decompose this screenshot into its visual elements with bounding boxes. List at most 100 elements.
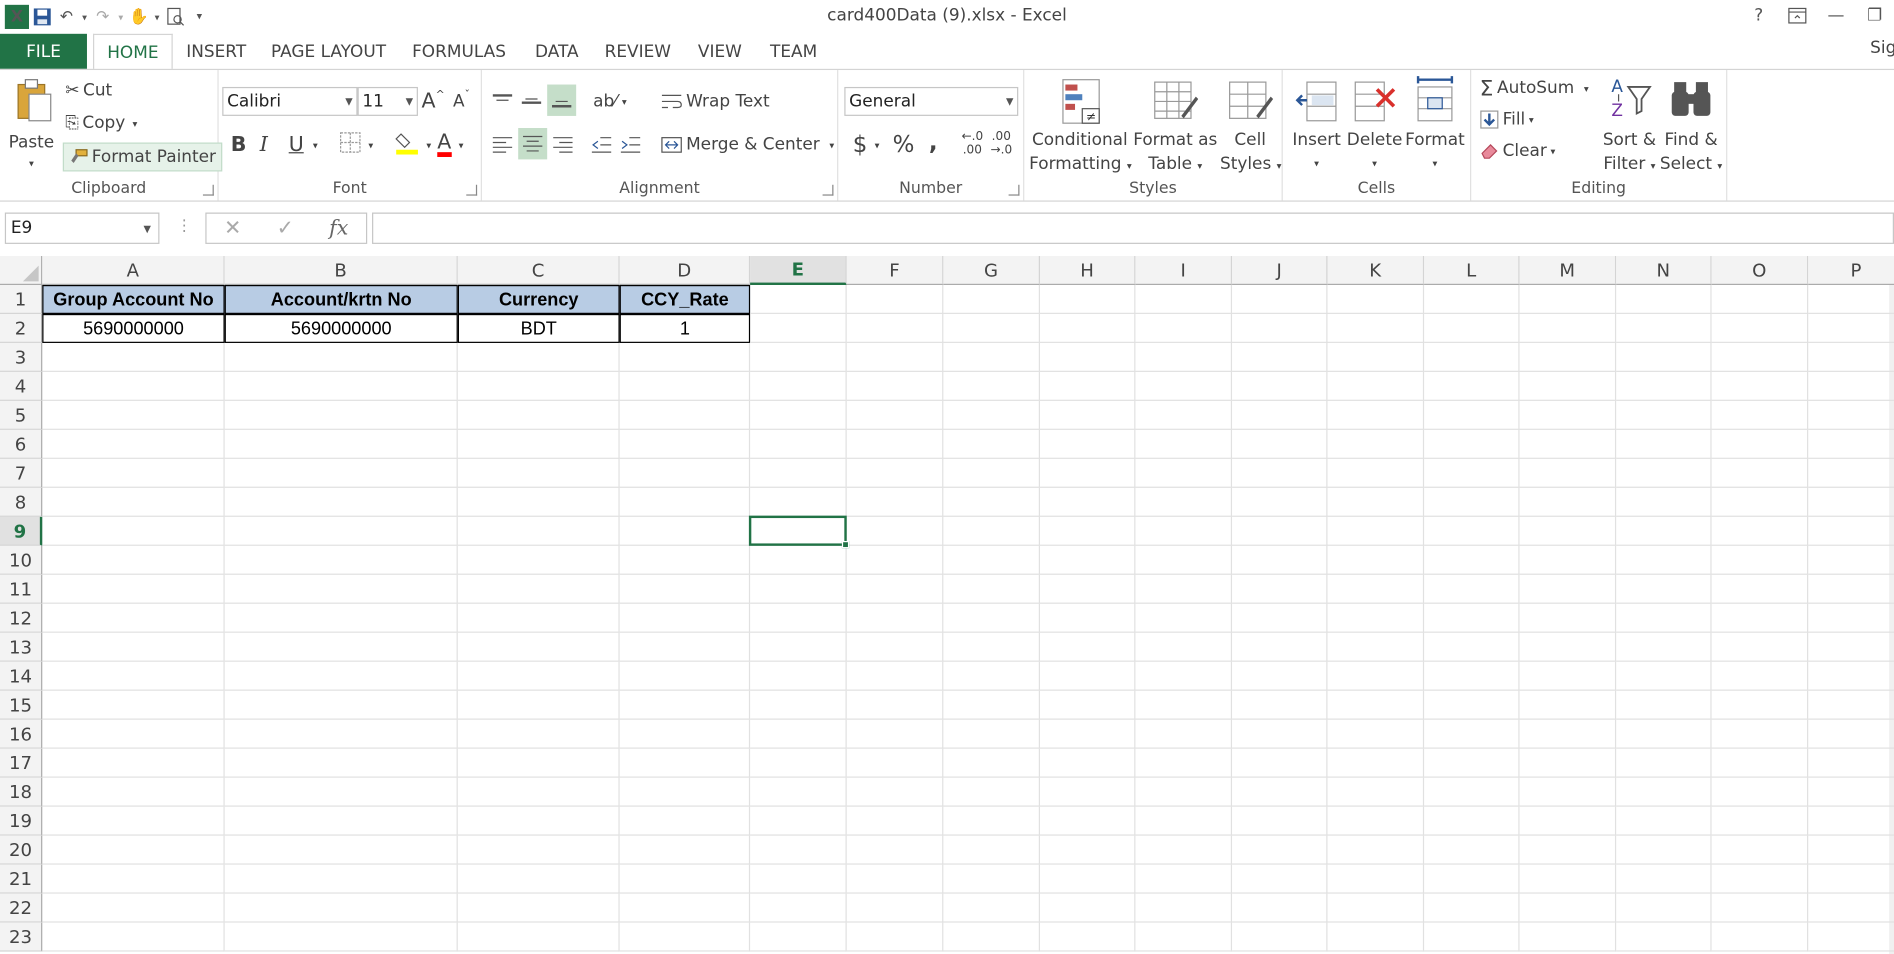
cell-H7[interactable] (1040, 458, 1136, 488)
cell-L19[interactable] (1424, 806, 1520, 836)
cell-D12[interactable] (619, 603, 751, 633)
cell-C15[interactable] (457, 690, 620, 720)
cell-P13[interactable] (1808, 633, 1894, 662)
cell-J2[interactable] (1232, 313, 1328, 343)
cell-C8[interactable] (457, 487, 620, 517)
row-header[interactable]: 22 (0, 893, 43, 923)
cell-L22[interactable] (1424, 893, 1520, 923)
cell-I18[interactable] (1135, 777, 1233, 807)
cell-M18[interactable] (1519, 777, 1617, 807)
cell-H1[interactable] (1040, 284, 1136, 314)
cell-C5[interactable] (457, 400, 620, 430)
cell-N18[interactable] (1616, 777, 1712, 807)
cell-M2[interactable] (1519, 313, 1617, 343)
cell-E12[interactable] (750, 603, 847, 633)
cell-H9[interactable] (1040, 516, 1136, 546)
decrease-decimal-button[interactable]: .00 →.0 (990, 130, 1012, 161)
row-header[interactable]: 12 (0, 603, 43, 633)
cell-I14[interactable] (1135, 661, 1233, 691)
cell-G4[interactable] (943, 371, 1041, 401)
cell-D4[interactable] (619, 371, 751, 401)
cell-E22[interactable] (750, 893, 847, 923)
cell-I6[interactable] (1135, 429, 1233, 459)
row-header[interactable]: 10 (0, 545, 43, 575)
middle-align-icon[interactable] (521, 87, 543, 116)
cell-E19[interactable] (750, 806, 847, 836)
cell-O8[interactable] (1711, 487, 1809, 517)
cell-E17[interactable] (750, 748, 847, 778)
cell-C14[interactable] (457, 661, 620, 691)
cell-L13[interactable] (1424, 632, 1520, 662)
tab-review[interactable]: REVIEW (597, 34, 679, 70)
ribbon-display-options-icon[interactable] (1778, 2, 1817, 29)
cell-J6[interactable] (1232, 429, 1328, 459)
cell-O11[interactable] (1711, 574, 1809, 604)
cell-D19[interactable] (619, 806, 751, 836)
cell-C23[interactable] (457, 922, 620, 952)
cell-A17[interactable] (42, 748, 225, 778)
tab-formulas[interactable]: FORMULAS (403, 34, 514, 70)
column-header[interactable]: N (1616, 256, 1712, 285)
cell-H10[interactable] (1040, 545, 1136, 575)
cell-M13[interactable] (1519, 632, 1617, 662)
cell-G10[interactable] (943, 545, 1041, 575)
cell-O6[interactable] (1711, 429, 1809, 459)
cell-P7[interactable] (1808, 459, 1894, 488)
cell-O3[interactable] (1711, 342, 1809, 372)
cell-L2[interactable] (1424, 313, 1520, 343)
row-header[interactable]: 23 (0, 922, 43, 952)
cell-O2[interactable] (1711, 313, 1809, 343)
cell-E23[interactable] (750, 922, 847, 952)
number-dialog-launcher-icon[interactable] (1008, 184, 1020, 196)
cell-M12[interactable] (1519, 603, 1617, 633)
cell-C7[interactable] (457, 458, 620, 488)
cell-H17[interactable] (1040, 748, 1136, 778)
cell-E10[interactable] (750, 545, 847, 575)
cell-O9[interactable] (1711, 516, 1809, 546)
cell-C1[interactable]: Currency (457, 284, 620, 314)
cell-A14[interactable] (42, 661, 225, 691)
cell-I15[interactable] (1135, 690, 1233, 720)
font-name-combo[interactable]: Calibri ▼ (222, 86, 358, 116)
cell-G19[interactable] (943, 806, 1041, 836)
cell-D1[interactable]: CCY_Rate (619, 284, 751, 314)
cell-I11[interactable] (1135, 574, 1233, 604)
cell-N7[interactable] (1616, 458, 1712, 488)
cell-B21[interactable] (224, 864, 458, 894)
row-header[interactable]: 18 (0, 777, 43, 807)
cell-L10[interactable] (1424, 545, 1520, 575)
cell-L7[interactable] (1424, 458, 1520, 488)
cell-P15[interactable] (1808, 691, 1894, 720)
cell-O4[interactable] (1711, 371, 1809, 401)
cell-K14[interactable] (1327, 661, 1425, 691)
underline-button[interactable]: U (289, 130, 304, 159)
cell-D6[interactable] (619, 429, 751, 459)
cell-J19[interactable] (1232, 806, 1328, 836)
cell-E20[interactable] (750, 835, 847, 865)
format-as-table-button[interactable]: Format as Table ▾ (1133, 75, 1218, 176)
cell-F10[interactable] (846, 545, 944, 575)
cell-G5[interactable] (943, 400, 1041, 430)
cell-F3[interactable] (846, 342, 944, 372)
cell-A10[interactable] (42, 545, 225, 575)
cell-D23[interactable] (619, 922, 751, 952)
cell-L21[interactable] (1424, 864, 1520, 894)
cell-M6[interactable] (1519, 429, 1617, 459)
cell-G21[interactable] (943, 864, 1041, 894)
cell-D11[interactable] (619, 574, 751, 604)
cell-E11[interactable] (750, 574, 847, 604)
currency-button[interactable]: $ ▾ (853, 130, 880, 159)
cell-G18[interactable] (943, 777, 1041, 807)
cell-J7[interactable] (1232, 458, 1328, 488)
cell-F8[interactable] (846, 487, 944, 517)
cell-D22[interactable] (619, 893, 751, 923)
cell-G12[interactable] (943, 603, 1041, 633)
cell-L14[interactable] (1424, 661, 1520, 691)
bold-button[interactable]: B (231, 130, 247, 159)
cell-B22[interactable] (224, 893, 458, 923)
row-header[interactable]: 4 (0, 371, 43, 401)
tab-file[interactable]: FILE (0, 33, 87, 71)
cell-L12[interactable] (1424, 603, 1520, 633)
cell-J3[interactable] (1232, 342, 1328, 372)
column-header[interactable]: K (1327, 256, 1425, 285)
